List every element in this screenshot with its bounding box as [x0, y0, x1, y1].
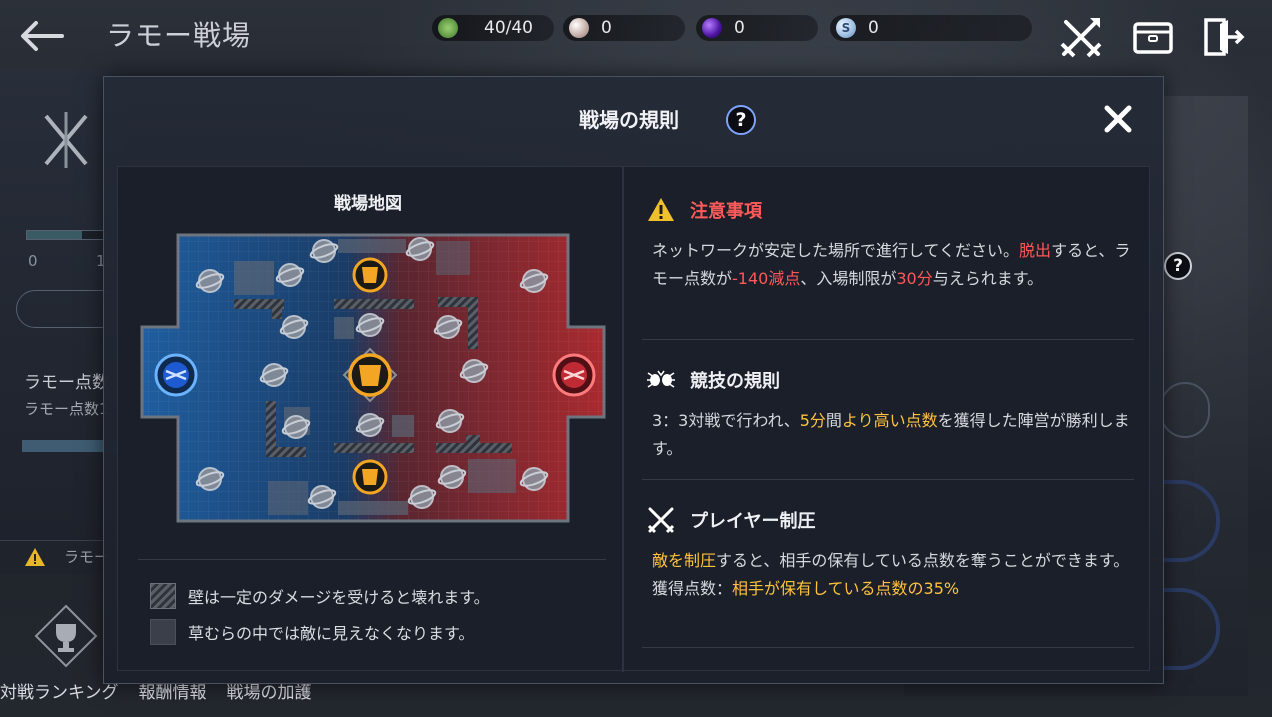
- help-icon[interactable]: ?: [726, 105, 756, 135]
- legend-label: 壁は一定のダメージを受けると壊れます。: [188, 588, 490, 607]
- currency-value: 0: [868, 18, 879, 38]
- currency-value: 40/40: [484, 18, 533, 38]
- rule-heading-text: 注意事項: [690, 201, 762, 222]
- purple-orb-icon: [702, 18, 722, 38]
- background-help-icon: ?: [1164, 252, 1192, 280]
- map-title: 戦場地図: [334, 194, 402, 214]
- back-arrow-icon[interactable]: [18, 18, 66, 54]
- legend-label: 草むらの中では敵に見えなくなります。: [188, 624, 475, 643]
- red-base-icon: [552, 353, 596, 397]
- legend-wall: 壁は一定のダメージを受けると壊れます。: [150, 583, 490, 609]
- exit-door-icon[interactable]: [1200, 14, 1246, 60]
- pearl-icon: [569, 18, 589, 38]
- currency-purple-orb: 0: [696, 15, 818, 41]
- rule-text-segment: すると、相手の保有している点数を奪うことができます。: [716, 551, 1130, 570]
- currency-stamina: 40/40: [432, 15, 554, 41]
- crossed-swords-icon: [647, 507, 675, 534]
- capture-point-icon: [352, 257, 388, 293]
- highlight-text: 敵を制圧: [652, 551, 717, 570]
- currency-silver-coin: S 0: [830, 15, 1032, 41]
- divider: [642, 339, 1134, 340]
- battlefield-map: [140, 233, 606, 523]
- highlight-text: 30分: [896, 269, 933, 288]
- divider: [642, 479, 1134, 480]
- rule-text: 敵を制圧すると、相手の保有している点数を奪うことができます。獲得点数：相手が保有…: [652, 547, 1137, 603]
- rule-heading: 注意事項: [646, 195, 762, 225]
- background-score-sublabel: ラモー点数1: [24, 400, 109, 418]
- trophy-icon: [34, 604, 98, 668]
- rule-text: 3：3対戦で行われ、5分間より高い点数を獲得した陣営が勝利します。: [652, 407, 1137, 463]
- rule-text: ネットワークが安定した場所で進行してください。脱出すると、ラモー点数が-140減…: [652, 237, 1137, 293]
- highlight-text: より高い点数: [841, 411, 938, 430]
- tab-rewards[interactable]: 報酬情報: [139, 683, 207, 703]
- rule-heading: プレイヤー制圧: [646, 505, 815, 535]
- tab-blessing[interactable]: 戦場の加護: [227, 683, 312, 703]
- currency-pearl: 0: [563, 15, 685, 41]
- rule-heading-text: プレイヤー制圧: [690, 511, 816, 532]
- grass-swatch: [150, 619, 176, 645]
- capture-point-icon: [352, 459, 388, 495]
- modal-content: 戦場地図 壁は一定のダメージを受けると壊れます。 草むらの中では敵に見えなくなり…: [117, 166, 1150, 672]
- modal-title: 戦場の規則: [579, 108, 679, 132]
- crossed-spiders-icon: [647, 370, 675, 388]
- rule-heading: 競技の規則: [646, 365, 780, 395]
- rule-text-segment: 3：3対戦で行われ、: [652, 411, 800, 430]
- divider: [642, 647, 1134, 648]
- background-chevron-button: [1160, 382, 1210, 438]
- currency-value: 0: [734, 18, 745, 38]
- stamina-icon: [438, 18, 458, 38]
- blue-base-icon: [154, 353, 198, 397]
- highlight-text: 相手が保有している点数の35%: [732, 579, 960, 598]
- storage-box-icon[interactable]: [1130, 14, 1176, 60]
- divider: [138, 559, 606, 560]
- screen-title: ラモー戦場: [106, 19, 252, 52]
- warning-icon: [25, 548, 45, 566]
- battlefield-rules-modal: 戦場の規則 ? 戦場地図 壁は一定のダメージを受けると壊れます。 草むらの中では…: [103, 76, 1164, 684]
- rule-text-segment: ネットワークが安定した場所で進行してください。: [652, 241, 1020, 260]
- wall-swatch: [150, 583, 176, 609]
- divider: [622, 167, 624, 672]
- warning-icon: [648, 198, 674, 221]
- close-icon[interactable]: [1102, 103, 1134, 135]
- rule-text-segment: 与えられます。: [932, 269, 1044, 288]
- highlight-text: 5分: [799, 411, 826, 430]
- crossed-swords-emblem-icon: [44, 112, 88, 168]
- background-score-label: ラモー点数: [24, 373, 109, 393]
- highlight-text: 脱出: [1019, 241, 1052, 260]
- background-progress-bar: [26, 230, 106, 240]
- currency-value: 0: [601, 18, 612, 38]
- rule-text-segment: 、入場制限が: [800, 269, 897, 288]
- tab-ranking[interactable]: 対戦ランキング: [0, 683, 119, 703]
- silver-coin-icon: S: [836, 18, 856, 38]
- legend-grass: 草むらの中では敵に見えなくなります。: [150, 619, 474, 645]
- background-tick: 0: [28, 252, 38, 270]
- crossed-weapons-icon[interactable]: [1058, 14, 1104, 60]
- highlight-text: -140減点: [732, 269, 801, 288]
- rule-text-segment: 獲得点数：: [652, 579, 733, 598]
- rule-heading-text: 競技の規則: [690, 371, 780, 392]
- rule-text-segment: 間: [825, 411, 842, 430]
- top-bar: ラモー戦場 40/40 0 0 S 0: [0, 0, 1272, 70]
